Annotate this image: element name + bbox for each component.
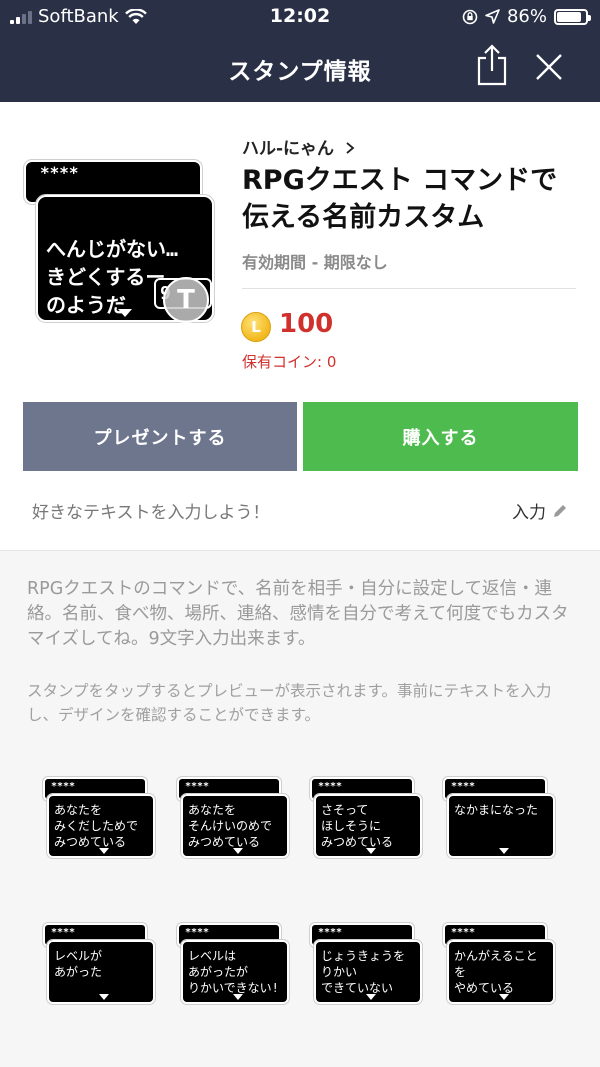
validity-period: 有効期間 - 期限なし [242,253,388,272]
price: 100 [279,309,334,339]
sticker-dialog-box: あなたを そんけいのめで みつめている [180,793,290,859]
sticker-dialog-box: レベルは あがったが りかいできない! [180,939,290,1005]
dialog-cursor-icon [118,309,132,317]
sticker-text: あなたを みくだしためで みつめている [54,803,139,849]
sticker-item[interactable]: **** あなたを みくだしためで みつめている [42,776,156,867]
sticker-item[interactable]: **** かんがえることを やめている [442,922,556,1013]
sticker-item[interactable]: **** レベルは あがったが りかいできない! [176,922,290,1013]
divider [242,288,576,289]
creator-name: ハル-にゃん [242,139,335,159]
present-button[interactable]: プレゼントする [23,402,297,471]
description-text: RPGクエストのコマンドで、名前を相手・自分に設定して返信・連絡。名前、食べ物、… [27,579,569,649]
sticker-dialog-box: さそって ほしそうに みつめている [313,793,423,859]
dialog-cursor-icon [499,994,509,1000]
dialog-cursor-icon [233,994,243,1000]
custom-text-hint: 好きなテキストを入力しよう！ [32,503,270,523]
sticker-text: なかまになった [454,803,539,817]
input-label: 入力 [512,503,546,523]
description-section: RPGクエストのコマンドで、名前を相手・自分に設定して返信・連絡。名前、食べ物、… [0,550,600,1067]
battery-percent: 86% [506,6,547,27]
close-icon[interactable] [534,52,564,82]
dialog-cursor-icon [99,994,109,1000]
share-icon[interactable] [476,44,508,86]
sticker-item[interactable]: **** なかまになった [442,776,556,867]
sticker-text: かんがえることを やめている [454,949,538,995]
sticker-item[interactable]: **** あなたを そんけいのめで みつめている [176,776,290,867]
sticker-item[interactable]: **** さそって ほしそうに みつめている [309,776,423,867]
header: SoftBank 12:02 86% スタンプ情報 [0,0,600,102]
coin-icon: L [241,312,271,342]
preview-note: スタンプをタップするとプレビューが表示されます。事前にテキストを入力し、デザイン… [27,682,552,724]
dialog-cursor-icon [99,848,109,854]
chevron-right-icon [346,142,355,154]
page-title: スタンプ情報 [228,59,372,85]
location-arrow-icon [485,9,500,24]
owned-coins: 保有コイン: 0 [242,353,337,371]
sticker-text: あなたを そんけいのめで みつめている [188,803,273,849]
sticker-dialog-box: じょうきょうを りかい できていない [313,939,423,1005]
dialog-cursor-icon [366,848,376,854]
sticker-dialog-box: なかまになった [446,793,556,859]
sticker-text: レベルは あがったが りかいできない! [188,949,279,995]
sticker-text: じょうきょうを りかい できていない [321,949,406,995]
custom-text-badge: T [163,277,209,323]
title-bar: スタンプ情報 [0,34,600,102]
dialog-cursor-icon [499,848,509,854]
sticker-dialog-box: あなたを みくだしためで みつめている [46,793,156,859]
sticker-text: レベルが あがった [54,949,103,979]
status-bar: SoftBank 12:02 86% [0,0,600,34]
pencil-icon [554,504,566,517]
buy-button[interactable]: 購入する [303,402,578,471]
lock-rotation-icon [462,9,478,24]
product-section: **** へんじがない… きどくするー のようだ 9 T ハル-にゃん RPGク… [0,102,600,550]
sticker-text: さそって ほしそうに みつめている [321,803,394,849]
dialog-cursor-icon [233,848,243,854]
status-right: 86% [462,6,591,27]
dialog-cursor-icon [366,994,376,1000]
sticker-title: RPGクエスト コマンドで伝える名前カスタム [242,165,558,233]
sticker-dialog-box: かんがえることを やめている [446,939,556,1005]
input-text-button[interactable]: 入力 [512,498,568,523]
sticker-dialog-box: レベルが あがった [46,939,156,1005]
sticker-item[interactable]: **** レベルが あがった [42,922,156,1013]
creator-link[interactable]: ハル-にゃん [242,134,356,159]
battery-icon [554,8,591,25]
sticker-item[interactable]: **** じょうきょうを りかい できていない [309,922,423,1013]
